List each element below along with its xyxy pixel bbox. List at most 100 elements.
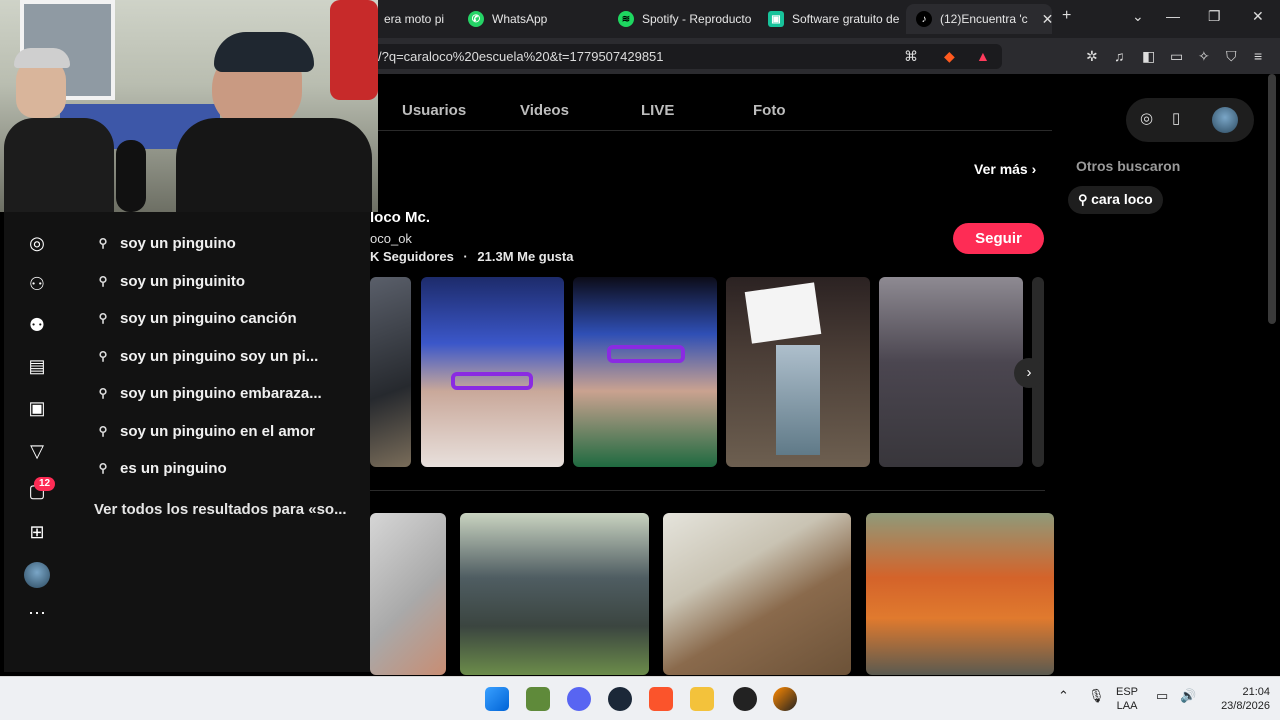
ver-mas-label: Ver más [974,161,1028,177]
suggestion-item[interactable]: ⚲ soy un pinguino embaraza... [96,381,322,405]
video-thumbnail[interactable] [421,277,564,467]
rewards-icon[interactable]: ▲ [976,48,990,64]
leo-ai-icon[interactable]: ✧ [1198,48,1210,65]
person-body [176,118,372,212]
user-handle: oco_ok [370,231,412,246]
tab-software[interactable]: ▣ Software gratuito de [758,4,904,34]
taskbar: ⌃ 🎙 ESP LAA ▭ 🔊 21:04 23/8/2026 [0,676,1280,720]
folder-icon[interactable] [690,687,714,711]
recording-app-icon[interactable] [733,687,757,711]
new-tab-button[interactable]: + [1062,7,1071,25]
page-scrollbar[interactable] [1268,74,1276,324]
restore-icon[interactable]: ❐ [1208,8,1221,25]
user-name[interactable]: loco Mc. [370,209,430,226]
tab-live[interactable]: LIVE [641,102,674,119]
steam-icon[interactable] [608,687,632,711]
tab-list-chevron-icon[interactable]: ⌄ [1132,8,1144,25]
brave-icon[interactable] [649,687,673,711]
tray-chevron-icon[interactable]: ⌃ [1058,689,1069,703]
media-icon[interactable]: ♫ [1114,48,1125,64]
video-thumbnail[interactable] [866,513,1054,675]
suggestion-item[interactable]: ⚲ soy un pinguinito [96,269,245,293]
suggestion-item[interactable]: ⚲ soy un pinguino en el amor [96,419,315,443]
phone-icon[interactable]: ▯ [1172,109,1180,127]
carousel-next-icon[interactable]: › [1014,358,1044,388]
tab-moto[interactable]: era moto pi [374,4,458,34]
sidebar-toggle-icon[interactable]: ◧ [1142,48,1155,65]
tv-icon[interactable]: ▣ [26,397,48,419]
cap-shape [14,48,70,68]
add-icon[interactable]: ⊞ [26,521,48,543]
suggestion-label: soy un pinguino soy un pi... [120,347,319,365]
compass-icon[interactable]: ◎ [1140,109,1153,127]
video-thumbnail[interactable] [370,277,411,467]
search-icon: ⚲ [98,236,108,250]
tab-videos[interactable]: Videos [520,102,569,119]
tab-label: Spotify - Reproducto [642,12,752,26]
minecraft-icon[interactable] [526,687,550,711]
follow-button[interactable]: Seguir [953,223,1044,254]
profile-avatar[interactable] [24,562,50,588]
vpn-shield-icon[interactable]: ⛉ [1226,48,1237,65]
windows-start-icon[interactable] [485,687,509,711]
compass-icon[interactable]: ◎ [26,232,48,254]
microphone-icon[interactable]: 🎙 [1088,689,1105,703]
video-thumbnail[interactable] [663,513,851,675]
person-body [4,118,114,212]
suggestion-item[interactable]: ⚲ soy un pinguino [96,231,236,255]
close-window-icon[interactable]: ✕ [1252,8,1264,25]
close-tab-icon[interactable]: ✕ [1042,11,1052,28]
whatsapp-icon: ✆ [468,11,484,27]
search-chip[interactable]: ⚲ cara loco [1068,186,1163,214]
video-thumbnail[interactable] [726,277,870,467]
suggestion-label: soy un pinguino canción [120,309,297,327]
tab-whatsapp[interactable]: ✆ WhatsApp [458,4,604,34]
brave-shield-icon[interactable]: ◆ [944,48,955,65]
person-add-icon[interactable]: ⚇ [26,273,48,295]
tab-usuarios[interactable]: Usuarios [402,102,466,119]
suggestion-item[interactable]: ⚲ soy un pinguino soy un pi... [96,344,319,368]
language-indicator[interactable]: ESP LAA [1116,685,1138,713]
fl-studio-icon[interactable] [773,687,797,711]
more-icon[interactable]: ⋯ [26,602,48,624]
avatar[interactable] [1212,107,1238,133]
volume-icon[interactable]: 🔊 [1180,689,1196,703]
translate-icon[interactable]: ⌘ [904,48,918,65]
suggestion-label: soy un pinguino embaraza... [120,384,322,402]
discord-icon[interactable] [567,687,591,711]
suggestion-label: soy un pinguino en el amor [120,422,316,440]
tab-label: WhatsApp [492,12,548,26]
wallet-icon[interactable]: ▭ [1170,48,1183,65]
people-icon[interactable]: ⚉ [26,314,48,336]
chip-label: cara loco [1091,191,1153,207]
minimize-icon[interactable]: — [1166,8,1180,24]
video-thumbnail[interactable] [573,277,717,467]
ver-mas-link[interactable]: Ver más › [974,161,1036,177]
tab-foto[interactable]: Foto [753,102,785,119]
search-tabs: Usuarios Videos LIVE Foto [370,74,1052,131]
send-icon[interactable]: ▽ [26,440,48,462]
time: 21:04 [1242,686,1270,698]
network-icon[interactable]: ▭ [1156,689,1168,703]
video-thumbnail[interactable] [370,513,446,675]
fridge-shape [776,345,820,455]
see-all-results-link[interactable]: Ver todos los resultados para «so... [94,501,347,518]
user-stats: K Seguidores · 21.3M Me gusta [370,249,573,264]
suggestion-label: soy un pinguino [120,234,236,252]
video-thumbnail[interactable] [879,277,1023,467]
suggestion-item[interactable]: ⚲ soy un pinguino canción [96,306,297,330]
extensions-icon[interactable]: ✲ [1086,48,1098,65]
menu-icon[interactable]: ≡ [1254,48,1262,64]
film-icon[interactable]: ▤ [26,355,48,377]
glasses-shape [607,345,685,363]
search-icon: ⚲ [98,386,108,400]
clock[interactable]: 21:04 23/8/2026 [1208,685,1270,713]
sidebar: ◎ ⚇ ⚉ ▤ ▣ ▽ ▢ 12 ⊞ ⋯ ⚲ soy un pinguino ⚲… [4,212,370,672]
chevron-right-icon: › [1031,161,1037,177]
cap-shape [214,32,314,72]
tab-spotify[interactable]: ≋ Spotify - Reproducto [608,4,754,34]
video-thumbnail[interactable] [460,513,649,675]
suggestion-item[interactable]: ⚲ es un pinguino [96,456,227,480]
followers-count: K Seguidores [370,249,454,264]
tab-tiktok[interactable]: ♪ (12)Encuentra 'c ✕ [906,4,1052,34]
